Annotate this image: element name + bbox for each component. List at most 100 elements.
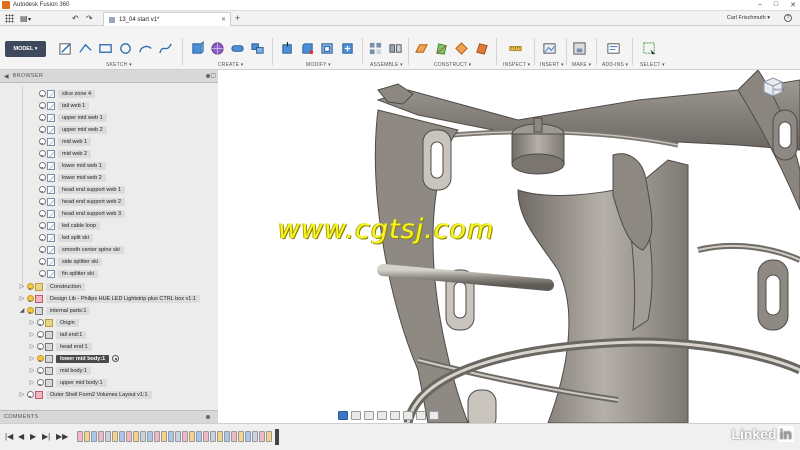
expand-arrow-icon[interactable]: ▷ — [18, 283, 26, 290]
expand-arrow-icon[interactable]: ▷ — [28, 343, 36, 350]
grid-settings-icon[interactable] — [416, 410, 426, 420]
visibility-bulb-icon[interactable] — [38, 161, 46, 170]
timeline-feature-icon[interactable] — [224, 431, 230, 442]
model-render[interactable] — [218, 70, 800, 423]
help-icon[interactable]: ? — [784, 14, 792, 22]
zoom-icon[interactable] — [377, 410, 387, 420]
joint-icon[interactable] — [388, 41, 403, 56]
insert-menu[interactable]: INSERT ▾ — [540, 62, 564, 68]
sketch-item[interactable]: led cable loop — [38, 220, 100, 231]
create-menu[interactable]: CREATE ▾ — [218, 62, 243, 68]
line-icon[interactable] — [78, 41, 93, 56]
visibility-bulb-icon[interactable] — [38, 173, 46, 182]
collapse-arrow-icon[interactable]: ◢ — [18, 307, 26, 314]
midplane-icon[interactable] — [454, 41, 469, 56]
visibility-bulb-icon[interactable] — [38, 113, 46, 122]
sketch-item[interactable]: lower mid web 1 — [38, 160, 106, 171]
visibility-bulb-icon[interactable] — [38, 245, 46, 254]
visibility-bulb-icon[interactable] — [38, 101, 46, 110]
timeline-feature-icon[interactable] — [231, 431, 237, 442]
timeline-feature-icon[interactable] — [91, 431, 97, 442]
timeline-marker[interactable] — [275, 429, 279, 445]
expand-arrow-icon[interactable]: ▷ — [28, 379, 36, 386]
tab-13-04-start[interactable]: 13_04 start v1* ✕ — [103, 12, 231, 26]
3d-print-icon[interactable] — [572, 41, 587, 56]
visibility-bulb-icon[interactable] — [26, 294, 34, 303]
tree-node-outer-shell[interactable]: ▷ Outer Shell Form2 Volumes Layout v1:1 — [18, 389, 152, 400]
visibility-bulb-icon[interactable] — [36, 342, 44, 351]
circle-icon[interactable] — [118, 41, 133, 56]
sketch-item[interactable]: mid web 2 — [38, 148, 92, 159]
sketch-item[interactable]: lower mid web 2 — [38, 172, 106, 183]
visibility-bulb-icon[interactable] — [36, 354, 44, 363]
sketch-item[interactable]: head end support web 2 — [38, 196, 126, 207]
expand-arrow-icon[interactable]: ▷ — [28, 331, 36, 338]
visibility-bulb-icon[interactable] — [36, 318, 44, 327]
workspace-switcher-button[interactable]: MODEL ▾ — [5, 41, 46, 57]
create-sketch-icon[interactable] — [58, 41, 73, 56]
timeline-feature-icon[interactable] — [196, 431, 202, 442]
display-settings-icon[interactable] — [403, 410, 413, 420]
browser-header[interactable]: ◀ BROWSER ▢ — [0, 70, 218, 83]
data-panel-grid-icon[interactable] — [5, 14, 14, 23]
sketch-menu[interactable]: SKETCH ▾ — [106, 62, 132, 68]
expand-arrow-icon[interactable]: ▷ — [28, 319, 36, 326]
assemble-menu[interactable]: ASSEMBLE ▾ — [370, 62, 403, 68]
make-menu[interactable]: MAKE ▾ — [572, 62, 591, 68]
timeline-feature-icon[interactable] — [168, 431, 174, 442]
select-menu[interactable]: SELECT ▾ — [640, 62, 665, 68]
browser-pin-icon[interactable]: ▢ — [210, 72, 216, 79]
visibility-bulb-icon[interactable] — [26, 390, 34, 399]
inspect-menu[interactable]: INSPECT ▾ — [503, 62, 530, 68]
timeline-feature-icon[interactable] — [133, 431, 139, 442]
sketch-item[interactable]: slice zone 4 — [38, 88, 96, 99]
rectangle-icon[interactable] — [98, 41, 113, 56]
timeline-feature-icon[interactable] — [154, 431, 160, 442]
expand-arrow-icon[interactable]: ▷ — [18, 391, 26, 398]
timeline-feature-icon[interactable] — [119, 431, 125, 442]
fillet-icon[interactable] — [300, 41, 315, 56]
tree-node-lower-mid-body[interactable]: ▷ lower mid body:1 — [28, 353, 120, 364]
timeline-feature-icon[interactable] — [259, 431, 265, 442]
spline-icon[interactable] — [158, 41, 173, 56]
sketch-item[interactable]: head end support web 1 — [38, 184, 126, 195]
sketch-item[interactable]: upper mid web 2 — [38, 124, 107, 135]
visibility-bulb-icon[interactable] — [36, 366, 44, 375]
measure-icon[interactable] — [508, 41, 523, 56]
tree-node-mid-body[interactable]: ▷ mid body:1 — [28, 365, 91, 376]
step-forward-button[interactable]: ▶| — [42, 433, 50, 441]
timeline-feature-icon[interactable] — [147, 431, 153, 442]
3d-viewport[interactable]: www.cgtsj.com RIGHT — [218, 70, 800, 423]
pipe-icon[interactable] — [230, 41, 245, 56]
new-component-icon[interactable] — [368, 41, 383, 56]
tree-node-tail-end[interactable]: ▷ tail end:1 — [28, 329, 87, 340]
visibility-bulb-icon[interactable] — [26, 282, 34, 291]
orbit-icon[interactable] — [338, 410, 348, 420]
timeline-feature-icon[interactable] — [210, 431, 216, 442]
timeline-feature-icon[interactable] — [203, 431, 209, 442]
tree-node-internal-parts[interactable]: ◢ internal parts:1 — [18, 305, 91, 316]
tree-node-design-lib[interactable]: ▷ Design Lib - Philips HUE LED Lightstrip… — [18, 293, 200, 304]
timeline-feature-icon[interactable] — [126, 431, 132, 442]
activate-component-radio[interactable] — [112, 355, 120, 362]
maximize-button[interactable]: □ — [774, 1, 778, 9]
timeline-feature-icon[interactable] — [266, 431, 272, 442]
expand-arrow-icon[interactable]: ▷ — [18, 295, 26, 302]
tree-node-construction[interactable]: ▷ Construction — [18, 281, 85, 292]
step-back-button[interactable]: ◀ — [18, 433, 24, 441]
timeline-feature-icon[interactable] — [217, 431, 223, 442]
timeline-feature-icon[interactable] — [245, 431, 251, 442]
addins-menu[interactable]: ADD-INS ▾ — [602, 62, 628, 68]
sketch-item[interactable]: fin splitter ski — [38, 268, 98, 279]
visibility-bulb-icon[interactable] — [36, 378, 44, 387]
timeline-feature-icon[interactable] — [161, 431, 167, 442]
close-button[interactable]: ✕ — [790, 1, 796, 9]
sketch-item[interactable]: smooth center spine ski — [38, 244, 124, 255]
visibility-bulb-icon[interactable] — [26, 306, 34, 315]
arc-icon[interactable] — [138, 41, 153, 56]
expand-arrow-icon[interactable]: ▷ — [28, 367, 36, 374]
plane-at-angle-icon[interactable] — [434, 41, 449, 56]
sketch-item[interactable]: side splitter ski — [38, 256, 103, 267]
viewcube-icon[interactable]: RIGHT — [760, 76, 786, 98]
timeline-feature-icon[interactable] — [84, 431, 90, 442]
